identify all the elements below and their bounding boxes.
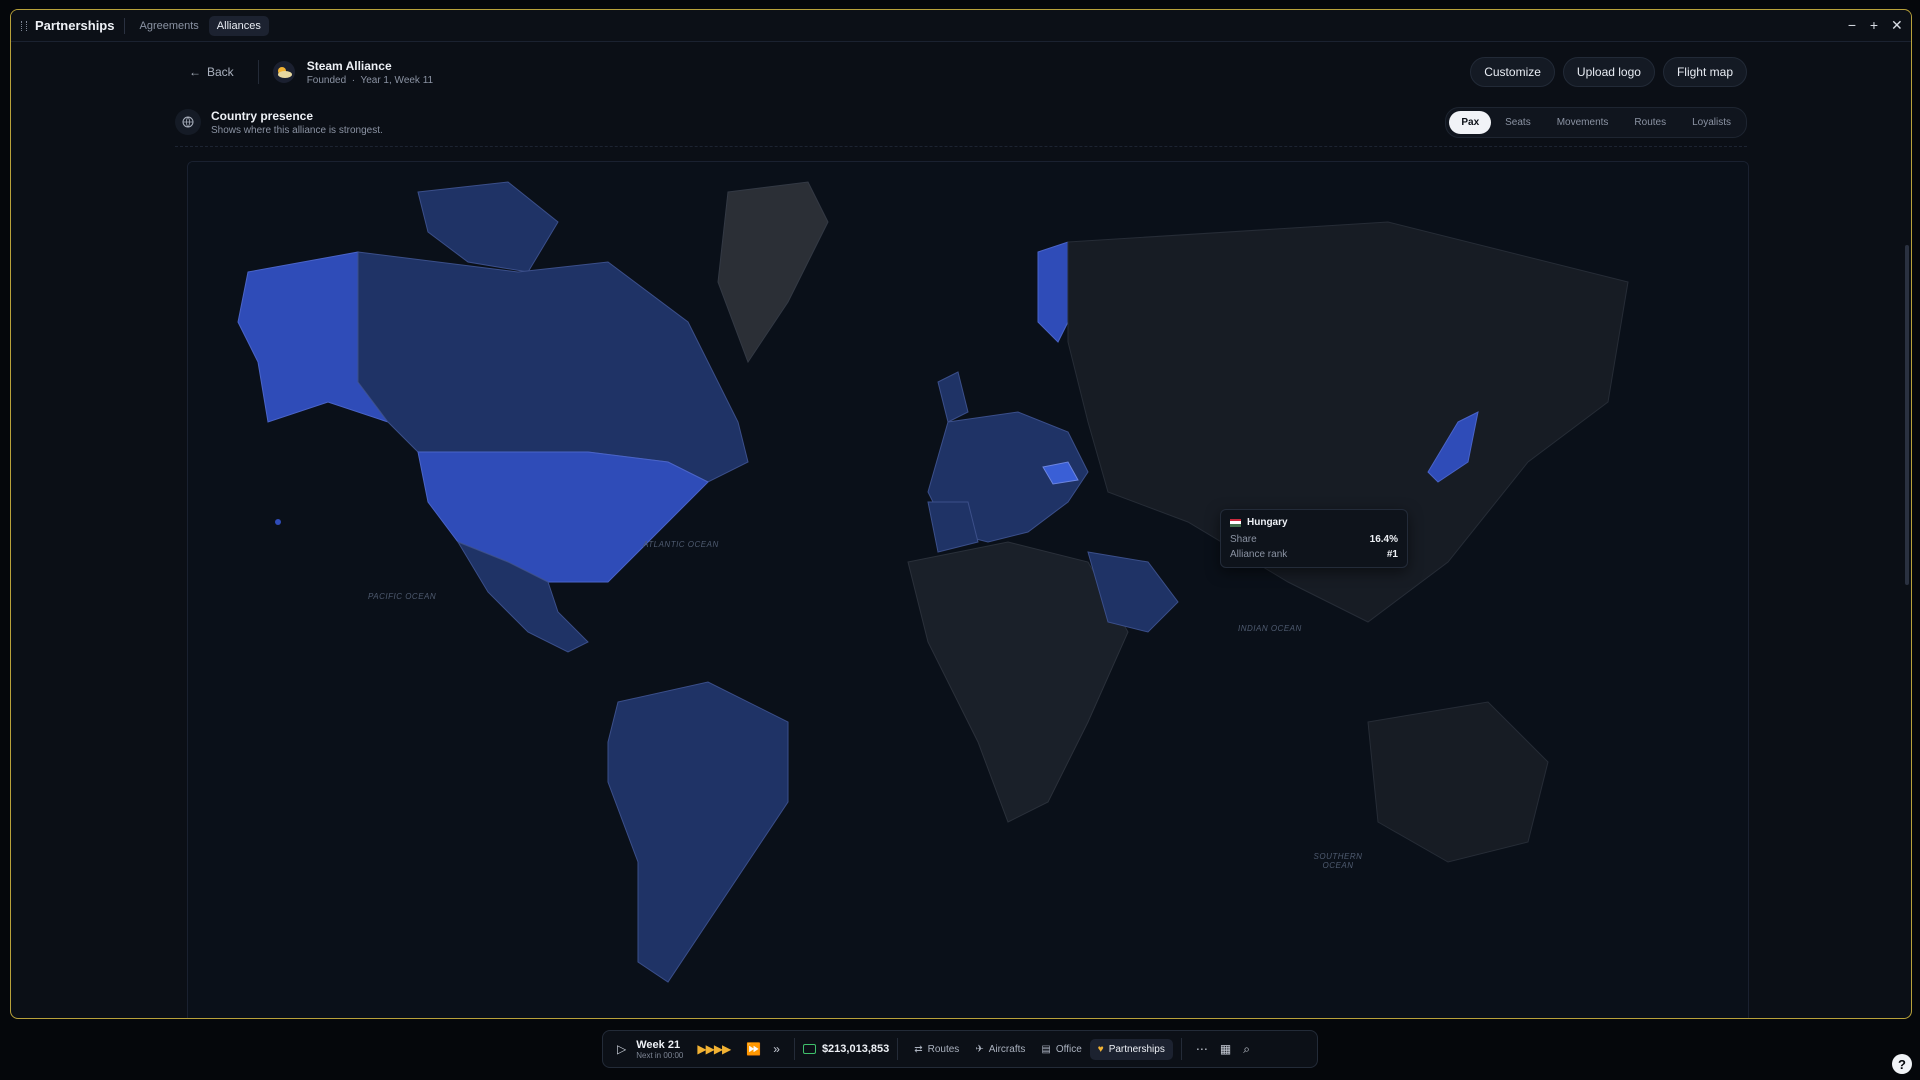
taskbar-divider-3 [1180, 1038, 1182, 1060]
window-title: Partnerships [35, 18, 115, 33]
metric-selector: Pax Seats Movements Routes Loyalists [1445, 106, 1747, 138]
cloud-sun-icon [277, 67, 292, 78]
plane-icon: ✈ [975, 1043, 984, 1055]
week-indicator: Week 21 Next in 00:00 [636, 1039, 683, 1060]
handshake-icon: ♥ [1097, 1043, 1104, 1055]
maximize-icon[interactable]: + [1869, 17, 1879, 34]
tooltip-header: Hungary [1230, 517, 1398, 528]
founded-label: Founded [306, 74, 347, 86]
window-controls: − + ✕ [1847, 17, 1903, 34]
ocean-label-pacific: PACIFIC OCEAN [368, 592, 437, 601]
tooltip-share-row: Share 16.4% [1230, 534, 1398, 545]
map-canvas [188, 162, 1748, 1018]
title-divider [124, 17, 126, 34]
alliance-header: ← Back Steam Alliance Founded · Year 1, … [175, 42, 1747, 102]
presence-title: Country presence [211, 108, 314, 123]
main-content: ← Back Steam Alliance Founded · Year 1, … [175, 42, 1749, 1018]
more-icon[interactable]: ⋯ [1196, 1042, 1208, 1056]
taskbar-divider-2 [897, 1038, 899, 1060]
week-label: Week 21 [636, 1038, 681, 1051]
metric-movements[interactable]: Movements [1545, 111, 1621, 134]
ocean-label-atlantic: ATLANTIC OCEAN [643, 540, 719, 549]
minimize-icon[interactable]: − [1847, 17, 1857, 34]
nav-office[interactable]: ▤ Office [1033, 1039, 1089, 1060]
tooltip-rank-label: Alliance rank [1230, 549, 1288, 560]
nav-partnerships-label: Partnerships [1108, 1043, 1165, 1055]
arrow-left-icon: ← [189, 65, 201, 79]
play-icon[interactable]: ▷ [617, 1042, 626, 1056]
alliance-info: Steam Alliance Founded · Year 1, Week 11 [307, 59, 433, 86]
fast-forward-icon[interactable]: ⏩ [746, 1042, 761, 1056]
metric-seats[interactable]: Seats [1493, 111, 1543, 134]
founded-dot: · [348, 74, 358, 86]
metric-pax[interactable]: Pax [1449, 110, 1492, 134]
routes-icon: ⇄ [914, 1043, 923, 1055]
skip-icon[interactable]: » [773, 1042, 780, 1056]
office-icon: ▤ [1041, 1043, 1051, 1055]
cash-icon [802, 1044, 816, 1054]
balance: $213,013,853 [802, 1043, 890, 1055]
upload-logo-button[interactable]: Upload logo [1562, 57, 1655, 87]
nav-routes[interactable]: ⇄ Routes [906, 1039, 967, 1060]
tooltip-rank-value: #1 [1386, 549, 1398, 560]
presence-text: Country presence Shows where this allian… [211, 109, 383, 136]
nav-partnerships[interactable]: ♥ Partnerships [1089, 1038, 1173, 1060]
tooltip-rank-row: Alliance rank #1 [1230, 549, 1398, 560]
nav-office-label: Office [1055, 1043, 1082, 1055]
land-hawaii [275, 519, 281, 525]
back-button[interactable]: ← Back [179, 61, 244, 83]
header-actions: Customize Upload logo Flight map [1470, 57, 1747, 87]
speed-indicator-icon[interactable]: ▶▶▶▶ [697, 1042, 731, 1056]
title-bar: Partnerships Agreements Alliances − + ✕ [11, 10, 1911, 42]
close-icon[interactable]: ✕ [1891, 17, 1903, 34]
search-icon[interactable]: ⌕ [1243, 1042, 1250, 1057]
ocean-label-southern: SOUTHERN OCEAN [1313, 852, 1363, 870]
taskbar: ▷ Week 21 Next in 00:00 ▶▶▶▶ ⏩ » $213,01… [602, 1030, 1318, 1068]
tab-agreements[interactable]: Agreements [131, 16, 206, 36]
flight-map-button[interactable]: Flight map [1662, 57, 1747, 87]
tooltip-share-label: Share [1230, 534, 1257, 545]
nav-aircrafts-label: Aircrafts [988, 1043, 1026, 1055]
nav-routes-label: Routes [927, 1043, 960, 1055]
presence-subtitle: Shows where this alliance is strongest. [211, 124, 383, 136]
world-map[interactable]: ATLANTIC OCEAN PACIFIC OCEAN INDIAN OCEA… [187, 161, 1749, 1018]
balance-value: $213,013,853 [821, 1043, 890, 1055]
drag-handle-icon[interactable] [21, 20, 27, 31]
presence-bar: Country presence Shows where this allian… [175, 102, 1747, 147]
tooltip-country: Hungary [1247, 517, 1288, 528]
tooltip-share-value: 16.4% [1369, 534, 1398, 545]
help-icon[interactable]: ? [1892, 1054, 1912, 1074]
customize-button[interactable]: Customize [1470, 57, 1555, 87]
map-icon[interactable]: ▦ [1220, 1042, 1231, 1056]
nav-aircrafts[interactable]: ✈ Aircrafts [967, 1039, 1033, 1060]
globe-icon [175, 109, 201, 135]
taskbar-divider [793, 1038, 795, 1060]
country-tooltip: Hungary Share 16.4% Alliance rank #1 [1220, 509, 1408, 568]
alliance-name: Steam Alliance [306, 58, 392, 73]
founded-line: Founded · Year 1, Week 11 [307, 75, 433, 86]
tab-alliances[interactable]: Alliances [208, 15, 269, 36]
header-divider [257, 60, 259, 84]
next-timer: Next in 00:00 [636, 1050, 684, 1060]
hungary-flag-icon [1230, 518, 1241, 527]
metric-loyalists[interactable]: Loyalists [1680, 111, 1743, 134]
metric-routes[interactable]: Routes [1622, 111, 1678, 134]
scrollbar[interactable] [1905, 245, 1909, 585]
ocean-label-indian: INDIAN OCEAN [1238, 624, 1302, 633]
back-label: Back [207, 65, 234, 79]
founded-value: Year 1, Week 11 [360, 74, 434, 86]
alliance-logo [272, 61, 295, 83]
app-window: Partnerships Agreements Alliances − + ✕ … [10, 9, 1912, 1019]
